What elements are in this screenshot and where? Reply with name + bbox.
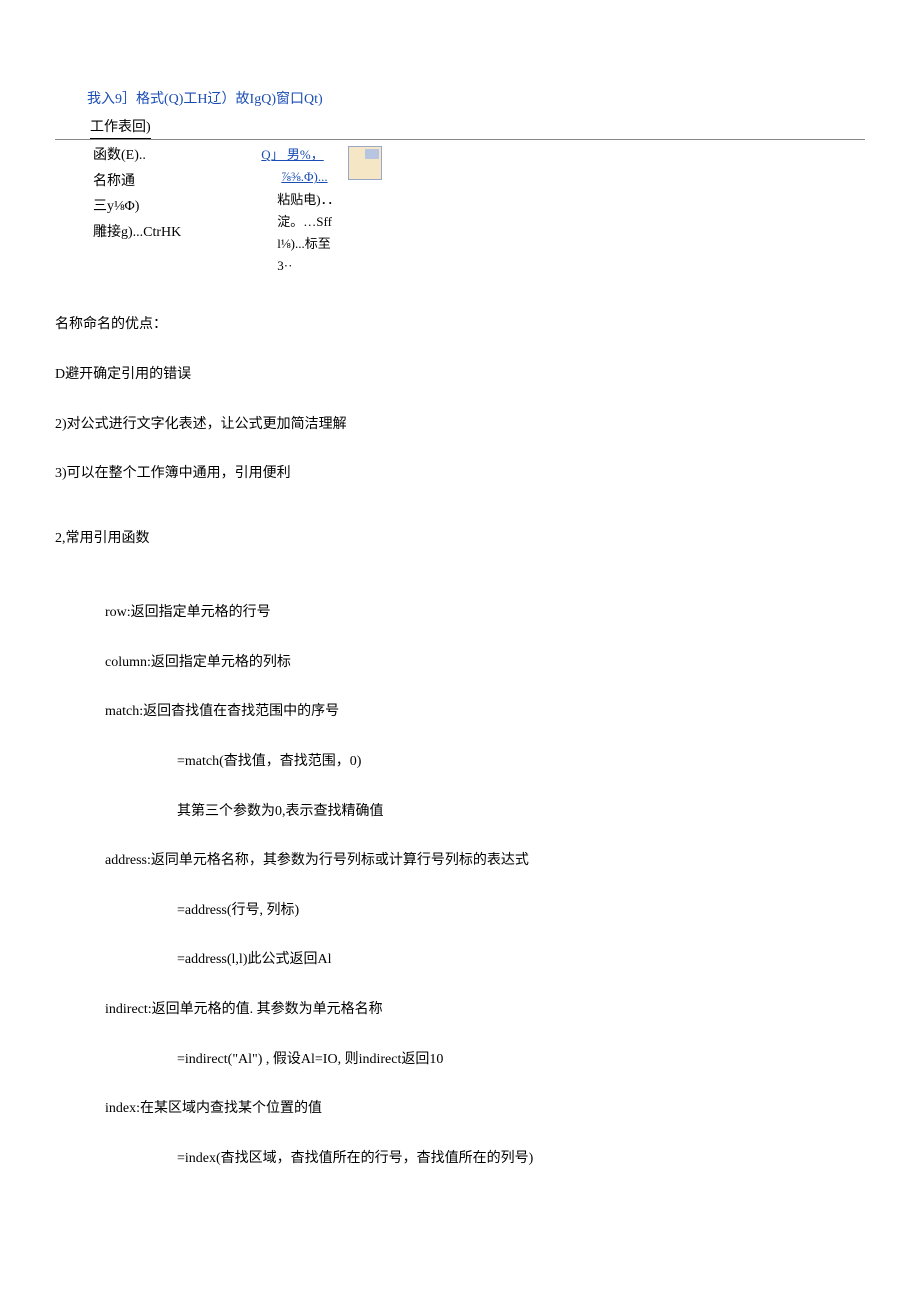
menu-bar: 我入9］格式(Q)工H辽）故IgQ)窗口Qt) (55, 90, 865, 110)
menu-text-5: l⅛)...标至 (261, 235, 340, 253)
menu-link-2: ⅞⅜.Φ)... (261, 168, 340, 186)
section-2-title: 2,常用引用函数 (55, 529, 865, 549)
func-match: match:返回杳找值在杳找范围中的序号 (55, 702, 865, 722)
func-match-formula: =match(杳找值，杳找范围，0) (55, 752, 865, 772)
submenu-worksheet: 工作表回) (90, 118, 151, 140)
menu-col-left: 函数(E).. 名称通 三y⅛Φ) 雕接g)...CtrHK (93, 146, 181, 275)
func-indirect-f: =indirect("Al") , 假设Al=IO, 则indirect返回10 (55, 1050, 865, 1070)
menu-col-right-text: Q」 男%， ⅞⅜.Φ)... 粘贴电)．． 淀。…Sff l⅛)...标至 3… (261, 146, 340, 275)
menu-item-name: 名称通 (93, 172, 181, 192)
menu-item-hyperlink: 雕接g)...CtrHK (93, 223, 181, 243)
advantage-3: 3)可以在整个工作簿中通用，引用便利 (55, 464, 865, 484)
func-index-f: =index(杳找区域，杳找值所在的行号，杳找值所在的列号) (55, 1149, 865, 1169)
menu-link-1: Q」 男%， (261, 146, 340, 164)
advantage-1: D避开确定引用的错误 (55, 365, 865, 385)
func-address: address:返同单元格名称，其参数为行号列标或计算行号列标的表达式 (55, 851, 865, 871)
func-address-f1: =address(行号, 列标) (55, 901, 865, 921)
advantages-title: 名称命名的优点： (55, 315, 865, 335)
toolbar-icon (348, 146, 382, 180)
func-index: index:在某区域内查找某个位置的值 (55, 1099, 865, 1119)
menu-item-function: 函数(E).. (93, 146, 181, 166)
submenu-row: 工作表回) (55, 118, 865, 141)
menu-text-paste: 粘贴电)．． (261, 191, 340, 209)
func-match-note: 其第三个参数为0,表示查找精确值 (55, 802, 865, 822)
menu-text-4: 淀。…Sff (261, 213, 340, 231)
menu-item-3: 三y⅛Φ) (93, 197, 181, 217)
menu-col-right: Q」 男%， ⅞⅜.Φ)... 粘贴电)．． 淀。…Sff l⅛)...标至 3… (261, 146, 382, 275)
menu-text-6: 3·· (261, 257, 340, 275)
func-indirect: indirect:返回单元格的值. 其参数为单元格名称 (55, 1000, 865, 1020)
menu-columns: 函数(E).. 名称通 三y⅛Φ) 雕接g)...CtrHK Q」 男%， ⅞⅜… (55, 146, 865, 275)
func-row: row:返回指定单元格的行号 (55, 603, 865, 623)
advantage-2: 2)对公式进行文字化表述，让公式更加简洁理解 (55, 415, 865, 435)
func-address-f2: =address(l,l)此公式返回Al (55, 950, 865, 970)
func-column: column:返回指定单元格的列标 (55, 653, 865, 673)
